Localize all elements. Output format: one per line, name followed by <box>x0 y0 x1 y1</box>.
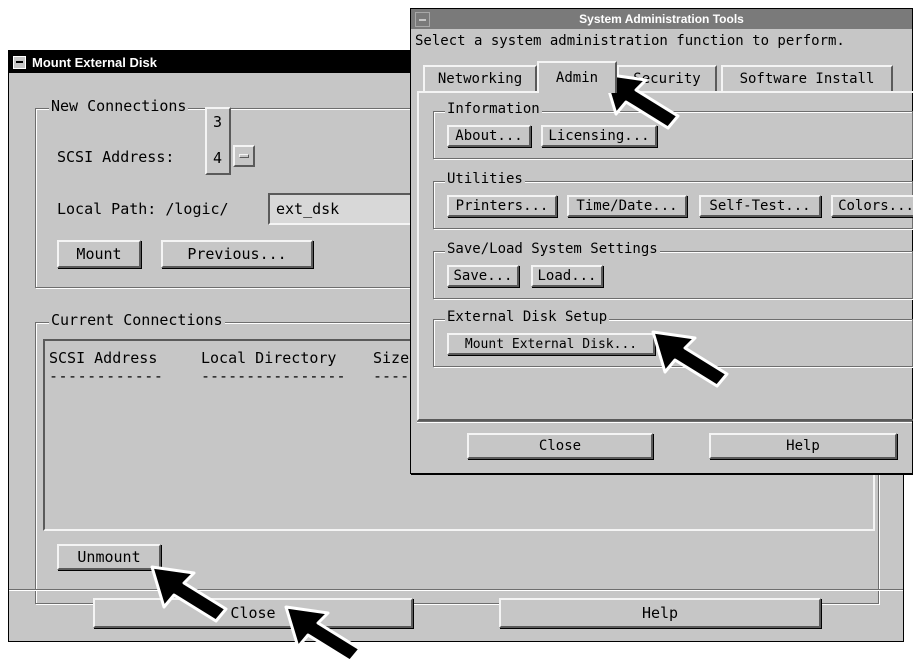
save-load-legend: Save/Load System Settings <box>445 241 660 257</box>
option-menu-icon[interactable] <box>233 145 255 167</box>
self-test-button[interactable]: Self-Test... <box>699 195 821 217</box>
sys-prompt: Select a system administration function … <box>415 33 845 49</box>
scsi-address-label: SCSI Address: <box>57 148 175 166</box>
sys-footer-separator <box>417 421 912 423</box>
column-rule-size: ---- <box>373 367 410 385</box>
column-header-size: Size <box>373 349 410 367</box>
window-menu-icon[interactable] <box>13 55 26 69</box>
scsi-option-selected[interactable]: 4 <box>213 149 222 167</box>
mount-button[interactable]: Mount <box>57 240 141 268</box>
column-header-local-directory: Local Directory <box>201 349 337 367</box>
information-legend: Information <box>445 101 542 117</box>
sys-help-button[interactable]: Help <box>709 433 897 459</box>
sys-window-title: System Administration Tools <box>579 12 744 26</box>
local-path-input[interactable]: ext_dsk <box>268 193 428 225</box>
tab-security[interactable]: Security <box>617 65 717 91</box>
local-path-label: Local Path: /logic/ <box>57 200 229 218</box>
licensing-button[interactable]: Licensing... <box>541 125 657 147</box>
column-rule-local-directory: ---------------- <box>201 367 346 385</box>
column-header-scsi-address: SCSI Address <box>49 349 158 367</box>
mount-window-title: Mount External Disk <box>32 54 157 70</box>
sys-close-button[interactable]: Close <box>467 433 653 459</box>
tab-networking[interactable]: Networking <box>423 65 537 91</box>
window-menu-icon[interactable] <box>415 12 430 27</box>
scsi-address-option-list: 3 4 <box>205 107 231 175</box>
local-path-value: ext_dsk <box>276 200 340 218</box>
save-button[interactable]: Save... <box>447 265 519 287</box>
scsi-option-3[interactable]: 3 <box>213 113 222 131</box>
admin-tab-panel: Information About... Licensing... Utilit… <box>417 91 913 421</box>
new-connections-legend: New Connections <box>49 97 189 115</box>
mount-help-button[interactable]: Help <box>499 598 821 628</box>
mount-footer-separator <box>9 589 903 591</box>
scsi-address-option-menu[interactable]: 3 4 <box>205 107 263 175</box>
column-rule-scsi-address: ------------ <box>49 367 164 385</box>
previous-button[interactable]: Previous... <box>161 240 313 268</box>
mount-close-button[interactable]: Close <box>93 598 413 628</box>
load-button[interactable]: Load... <box>531 265 603 287</box>
mount-external-disk-button[interactable]: Mount External Disk... <box>447 333 655 355</box>
utilities-legend: Utilities <box>445 171 525 187</box>
colors-button[interactable]: Colors... <box>831 195 913 217</box>
tab-software-install[interactable]: Software Install <box>721 65 893 91</box>
about-button[interactable]: About... <box>447 125 531 147</box>
printers-button[interactable]: Printers... <box>447 195 557 217</box>
external-disk-legend: External Disk Setup <box>445 309 610 325</box>
unmount-button[interactable]: Unmount <box>57 544 161 570</box>
sys-window-titlebar[interactable]: System Administration Tools <box>411 9 912 29</box>
tab-admin[interactable]: Admin <box>537 61 617 93</box>
time-date-button[interactable]: Time/Date... <box>567 195 687 217</box>
system-administration-tools-window: System Administration Tools Select a sys… <box>410 8 913 474</box>
current-connections-legend: Current Connections <box>49 311 225 329</box>
